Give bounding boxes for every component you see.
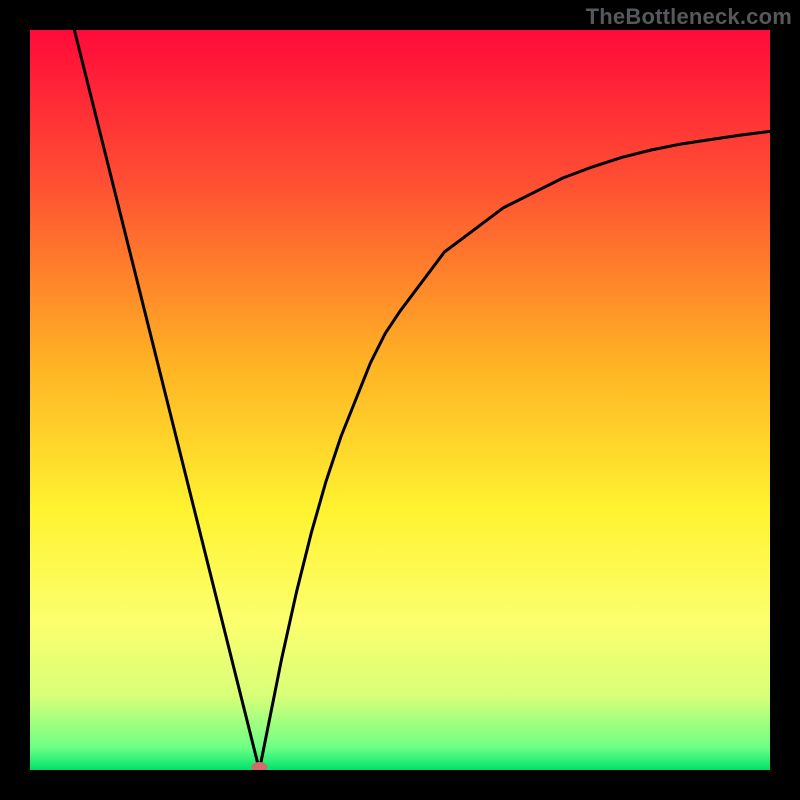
chart-container: TheBottleneck.com [0,0,800,800]
watermark-text: TheBottleneck.com [586,4,792,30]
gradient-background [30,30,770,770]
chart-svg [30,30,770,770]
plot-area [30,30,770,770]
